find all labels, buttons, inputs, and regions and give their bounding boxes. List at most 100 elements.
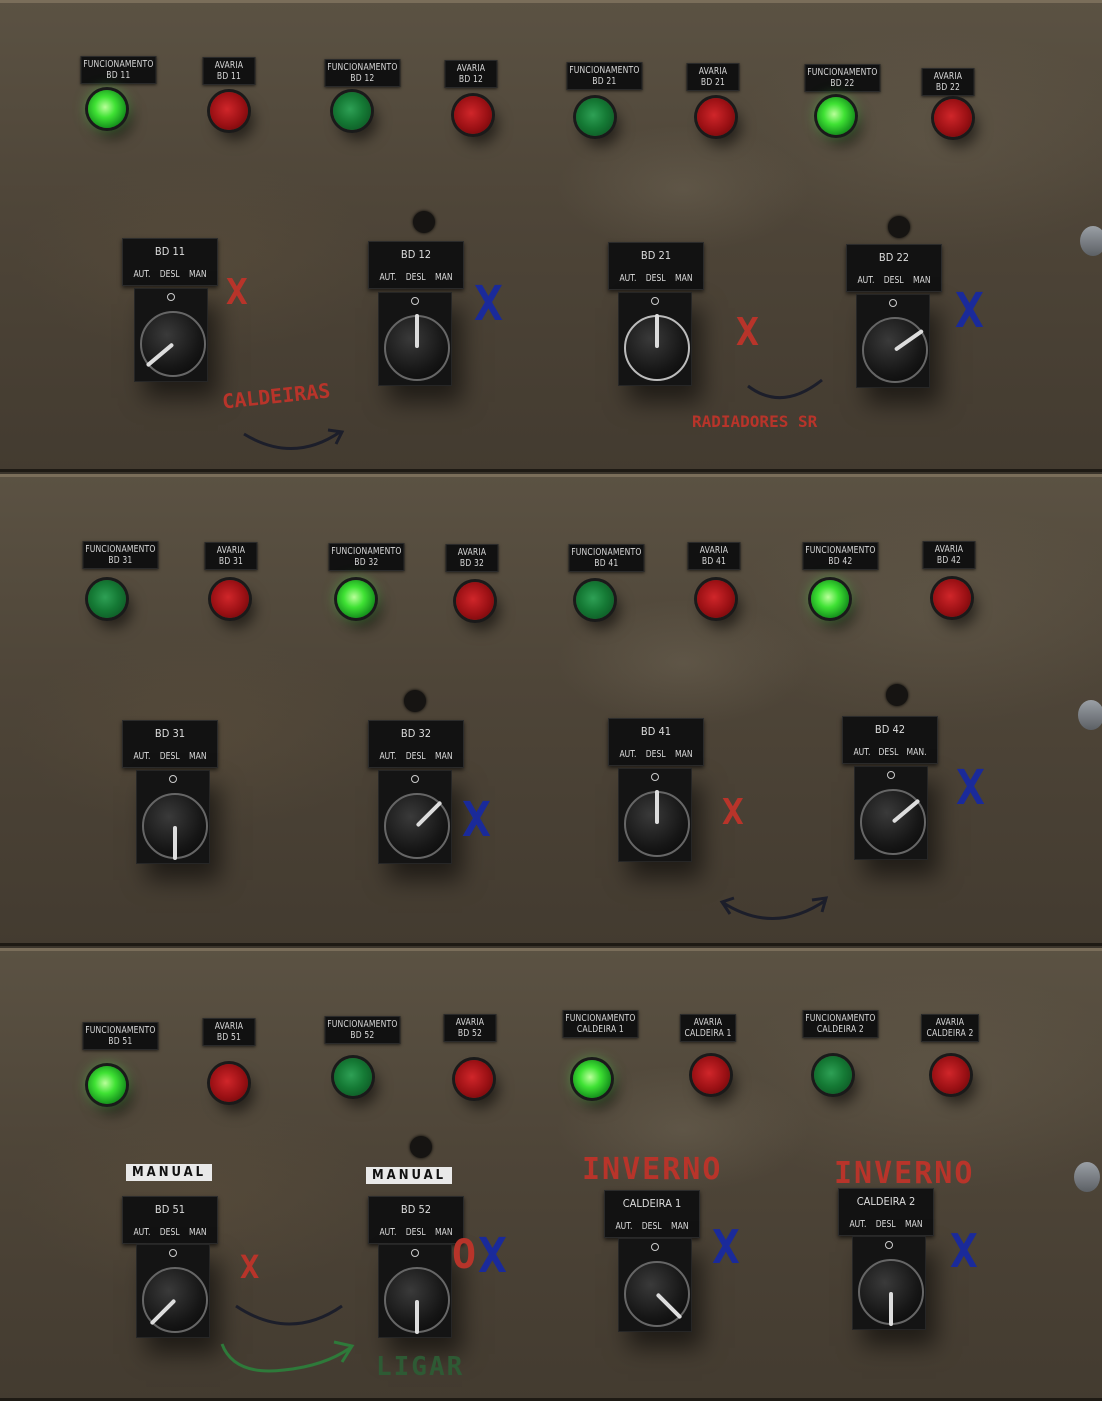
- lamp-label-bd32-fault: AVARIA BD 32: [445, 544, 499, 572]
- handwritten-o-mark: O: [452, 1232, 477, 1278]
- handwritten-x-mark: X: [736, 310, 759, 354]
- handwritten-arrow: [719, 896, 829, 920]
- lamp-label-bd32-func: FUNCIONAMENTO BD 32: [328, 543, 405, 571]
- switch-label-bd51: BD 51 AUT. DESL MAN: [122, 1196, 218, 1244]
- selector-switch-caldeira1[interactable]: [618, 1238, 692, 1332]
- cable-grommet: [1074, 1162, 1100, 1192]
- selector-switch-bd12[interactable]: [378, 292, 452, 386]
- switch-label-bd22: BD 22 AUT. DESL MAN: [846, 244, 942, 292]
- selector-switch-caldeira2[interactable]: [852, 1236, 926, 1330]
- handwritten-x-mark: X: [712, 1220, 740, 1274]
- handwritten-x-mark: X: [462, 792, 491, 848]
- switch-label-bd31: BD 31 AUT. DESL MAN: [122, 720, 218, 768]
- lamp-label-bd21-fault: AVARIA BD 21: [686, 63, 740, 91]
- cable-grommet: [1078, 700, 1102, 730]
- indicator-lamp-bd42-func: [811, 580, 849, 618]
- switch-label-bd12: BD 12 AUT. DESL MAN: [368, 241, 464, 289]
- indicator-lamp-bd12-fault: [454, 96, 492, 134]
- selector-switch-bd32[interactable]: [378, 770, 452, 864]
- lamp-label-bd11-func: FUNCIONAMENTO BD 11: [80, 56, 157, 84]
- lamp-label-bd11-fault: AVARIA BD 11: [202, 57, 256, 85]
- lamp-label-caldeira2-func: FUNCIONAMENTO CALDEIRA 2: [802, 1010, 879, 1038]
- indicator-lamp-bd32-fault: [456, 582, 494, 620]
- lamp-label-caldeira1-func: FUNCIONAMENTO CALDEIRA 1: [562, 1010, 639, 1038]
- lamp-label-bd31-fault: AVARIA BD 31: [204, 542, 258, 570]
- switch-label-bd52: BD 52 AUT. DESL MAN: [368, 1196, 464, 1244]
- lamp-label-bd22-fault: AVARIA BD 22: [921, 68, 975, 96]
- handwritten-x-mark: X: [478, 1228, 507, 1284]
- switch-label-caldeira1: CALDEIRA 1 AUT. DESL MAN: [604, 1190, 700, 1238]
- indicator-lamp-bd51-func: [88, 1066, 126, 1104]
- indicator-lamp-bd41-func: [576, 581, 614, 619]
- lamp-label-bd51-func: FUNCIONAMENTO BD 51: [82, 1022, 159, 1050]
- manual-tag: MANUAL: [126, 1164, 213, 1181]
- handwritten-x-mark: X: [956, 760, 985, 816]
- panel-screw: [886, 684, 908, 706]
- selector-switch-bd51[interactable]: [136, 1244, 210, 1338]
- lamp-label-caldeira2-fault: AVARIA CALDEIRA 2: [921, 1014, 979, 1042]
- selector-switch-bd11[interactable]: [134, 288, 208, 382]
- control-panel-middle: FUNCIONAMENTO BD 31 AVARIA BD 31 FUNCIONAM…: [0, 474, 1102, 946]
- indicator-lamp-bd11-func: [88, 90, 126, 128]
- switch-label-bd41: BD 41 AUT. DESL MAN: [608, 718, 704, 766]
- selector-switch-bd42[interactable]: [854, 766, 928, 860]
- handwritten-note-caldeiras: CALDEIRAS: [221, 378, 332, 414]
- panel-screw: [888, 216, 910, 238]
- handwritten-arrow: [747, 378, 823, 400]
- lamp-label-bd52-func: FUNCIONAMENTO BD 52: [324, 1016, 401, 1044]
- indicator-lamp-bd31-fault: [211, 580, 249, 618]
- handwritten-arrow: [235, 1304, 343, 1326]
- handwritten-note-inverno: INVERNO: [582, 1152, 723, 1187]
- handwritten-x-mark: X: [950, 1224, 978, 1278]
- lamp-label-bd52-fault: AVARIA BD 52: [443, 1014, 497, 1042]
- lamp-label-bd41-fault: AVARIA BD 41: [687, 542, 741, 570]
- control-panel-bottom: FUNCIONAMENTO BD 51 AVARIA BD 51 FUNCIONAM…: [0, 948, 1102, 1401]
- lamp-label-bd22-func: FUNCIONAMENTO BD 22: [804, 64, 881, 92]
- lamp-label-bd42-func: FUNCIONAMENTO BD 42: [802, 542, 879, 570]
- handwritten-x-mark: X: [955, 283, 984, 339]
- indicator-lamp-bd52-fault: [455, 1060, 493, 1098]
- handwritten-x-mark: X: [474, 276, 503, 332]
- indicator-lamp-bd22-fault: [934, 99, 972, 137]
- indicator-lamp-bd42-fault: [933, 579, 971, 617]
- cable-grommet: [1080, 226, 1102, 256]
- indicator-lamp-bd41-fault: [697, 580, 735, 618]
- handwritten-note-radiadores: RADIADORES SR: [692, 412, 818, 431]
- selector-switch-bd21[interactable]: [618, 292, 692, 386]
- indicator-lamp-caldeira1-fault: [692, 1056, 730, 1094]
- indicator-lamp-bd51-fault: [210, 1064, 248, 1102]
- switch-label-bd11: BD 11 AUT. DESL MAN: [122, 238, 218, 286]
- indicator-lamp-bd22-func: [817, 97, 855, 135]
- indicator-lamp-bd32-func: [337, 580, 375, 618]
- indicator-lamp-caldeira1-func: [573, 1060, 611, 1098]
- handwritten-x-mark: X: [226, 272, 248, 313]
- selector-switch-bd52[interactable]: [378, 1244, 452, 1338]
- lamp-label-bd41-func: FUNCIONAMENTO BD 41: [568, 544, 645, 572]
- panel-screw: [404, 690, 426, 712]
- switch-label-bd21: BD 21 AUT. DESL MAN: [608, 242, 704, 290]
- indicator-lamp-bd11-fault: [210, 92, 248, 130]
- indicator-lamp-bd52-func: [334, 1058, 372, 1096]
- selector-switch-bd22[interactable]: [856, 294, 930, 388]
- lamp-label-bd31-func: FUNCIONAMENTO BD 31: [82, 541, 159, 569]
- handwritten-note-ligar: LIGAR: [376, 1352, 465, 1382]
- switch-label-bd32: BD 32 AUT. DESL MAN: [368, 720, 464, 768]
- handwritten-x-mark: X: [240, 1248, 260, 1286]
- switch-label-bd42: BD 42 AUT. DESL MAN.: [842, 716, 938, 764]
- handwritten-x-mark: X: [722, 792, 744, 833]
- manual-tag: MANUAL: [366, 1167, 453, 1184]
- indicator-lamp-bd31-func: [88, 580, 126, 618]
- selector-switch-bd41[interactable]: [618, 768, 692, 862]
- indicator-lamp-bd21-func: [576, 98, 614, 136]
- selector-switch-bd31[interactable]: [136, 770, 210, 864]
- handwritten-arrow: [220, 1340, 355, 1373]
- panel-screw: [410, 1136, 432, 1158]
- lamp-label-bd21-func: FUNCIONAMENTO BD 21: [566, 62, 643, 90]
- indicator-lamp-caldeira2-fault: [932, 1056, 970, 1094]
- panel-screw: [413, 211, 435, 233]
- lamp-label-bd12-func: FUNCIONAMENTO BD 12: [324, 59, 401, 87]
- indicator-lamp-bd12-func: [333, 92, 371, 130]
- indicator-lamp-caldeira2-func: [814, 1056, 852, 1094]
- handwritten-note-inverno: INVERNO: [834, 1156, 975, 1191]
- indicator-lamp-bd21-fault: [697, 98, 735, 136]
